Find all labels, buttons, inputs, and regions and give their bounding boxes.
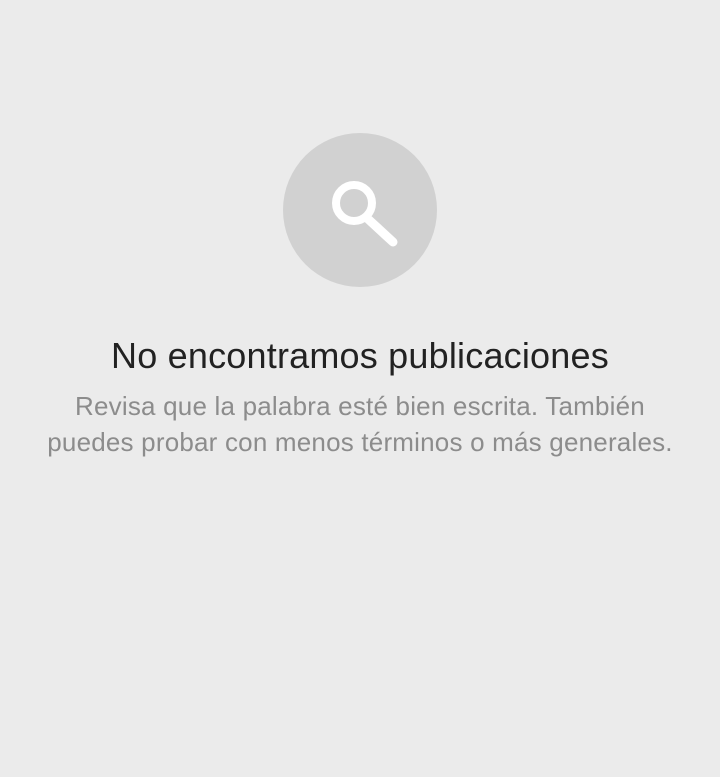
search-icon — [332, 181, 398, 247]
empty-state-message: Revisa que la palabra esté bien escrita.… — [47, 391, 673, 457]
empty-state-title: No encontramos publicaciones — [111, 335, 609, 376]
empty-state-illustration — [283, 133, 437, 287]
empty-state: No encontramos publicaciones Revisa que … — [0, 133, 720, 460]
search-results-screen: No encontramos publicaciones Revisa que … — [0, 0, 720, 777]
